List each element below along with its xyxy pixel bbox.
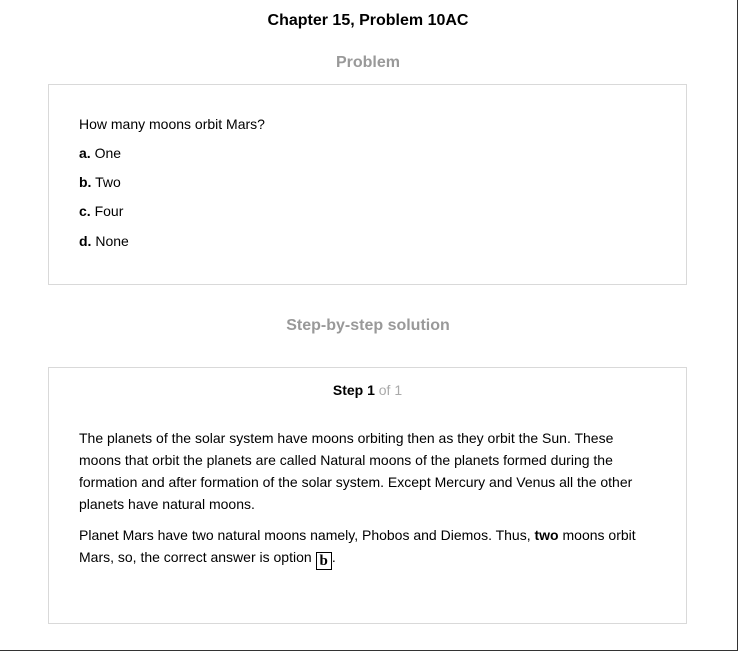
step-header: Step 1 of 1: [49, 382, 686, 398]
option-text: Two: [95, 174, 121, 190]
option-letter: d.: [79, 233, 92, 249]
answer-box: b: [315, 552, 332, 570]
step-count: of 1: [378, 382, 403, 398]
option-a: a. One: [79, 145, 121, 161]
option-c: c. Four: [79, 203, 123, 219]
problem-heading: Problem: [335, 54, 400, 71]
solution-heading: Step-by-step solution: [286, 317, 450, 334]
emphasis-text: two: [534, 527, 559, 543]
question-text: How many moons orbit Mars?: [79, 116, 265, 132]
option-text: Four: [94, 203, 124, 219]
solution-paragraph-2: Planet Mars have two natural moons namel…: [79, 524, 654, 570]
option-letter: c.: [79, 203, 91, 219]
paragraph-text: Planet Mars have two natural moons namel…: [79, 527, 535, 543]
option-b: b. Two: [79, 174, 121, 190]
option-letter: a.: [79, 145, 91, 161]
page-title: Chapter 15, Problem 10AC: [267, 12, 469, 29]
problem-card: How many moons orbit Mars? a. One b. Two…: [48, 84, 687, 285]
option-letter: b.: [79, 174, 92, 190]
solution-paragraph-1: The planets of the solar system have moo…: [79, 430, 633, 512]
paragraph-end: .: [331, 549, 336, 565]
option-text: None: [95, 233, 129, 249]
option-d: d. None: [79, 233, 129, 249]
step-label: Step 1: [332, 382, 375, 398]
solution-card: Step 1 of 1 The planets of the solar sys…: [48, 367, 687, 624]
option-text: One: [94, 145, 122, 161]
